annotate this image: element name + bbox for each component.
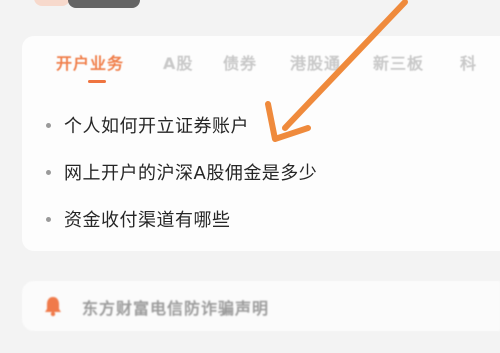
tab-hk-connect[interactable]: 港股通 (290, 50, 341, 74)
faq-item-label: 资金收付渠道有哪些 (64, 210, 231, 231)
top-header-strip (0, 0, 500, 26)
anti-fraud-notice[interactable]: 东方财富电信防诈骗声明 (22, 281, 500, 331)
faq-item[interactable]: 网上开户的沪深A股佣金是多少 (46, 159, 317, 185)
faq-item-label: 个人如何开立证券账户 (64, 116, 249, 137)
tab-bonds[interactable]: 债券 (223, 50, 257, 74)
faq-card: 开户业务 A股 债券 港股通 新三板 科 个人如何开立证券账户 网上开户的沪深A… (22, 36, 500, 251)
bullet-icon (46, 169, 51, 175)
category-tabs: 开户业务 A股 债券 港股通 新三板 科 (22, 36, 500, 88)
header-dark-badge (68, 0, 140, 8)
bell-icon (45, 297, 61, 317)
notice-label: 东方财富电信防诈骗声明 (82, 299, 270, 318)
tab-neeq[interactable]: 新三板 (373, 50, 424, 74)
faq-item-label: 网上开户的沪深A股佣金是多少 (64, 163, 318, 184)
tab-star-market[interactable]: 科 (460, 50, 477, 74)
faq-item[interactable]: 个人如何开立证券账户 (46, 112, 249, 138)
header-tag (34, 0, 70, 6)
bullet-icon (46, 122, 51, 128)
active-tab-indicator (88, 80, 106, 83)
tab-a-shares[interactable]: A股 (163, 50, 193, 74)
bullet-icon (46, 216, 51, 222)
faq-item[interactable]: 资金收付渠道有哪些 (46, 206, 231, 232)
tab-account-opening[interactable]: 开户业务 (56, 50, 124, 74)
